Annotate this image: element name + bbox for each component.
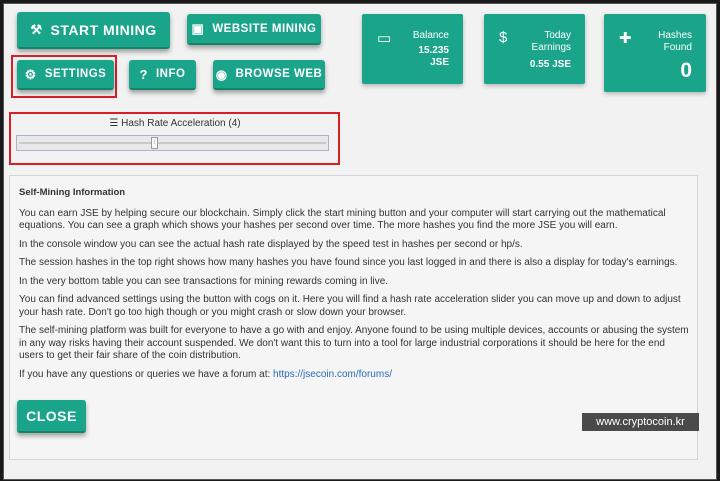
question-icon: ? <box>139 66 148 82</box>
start-mining-button[interactable]: ⚒ START MINING <box>17 12 170 49</box>
hash-rate-label-text: Hash Rate Acceleration (4) <box>121 118 241 129</box>
hammer-icon: ⚒ <box>30 22 43 37</box>
info-label: INFO <box>155 68 186 80</box>
hashes-label-line1: Hashes <box>658 30 692 41</box>
globe-icon: ◉ <box>215 66 228 82</box>
slider-thumb[interactable]: ⁝ <box>151 137 158 149</box>
close-label: CLOSE <box>26 407 77 424</box>
forum-link[interactable]: https://jsecoin.com/forums/ <box>273 369 392 380</box>
info-title: Self-Mining Information <box>19 187 126 198</box>
hashes-found-label: Hashes Found <box>658 30 692 54</box>
info-paragraph: The session hashes in the top right show… <box>19 257 678 268</box>
today-earnings-label: Today Earnings <box>532 30 571 54</box>
start-mining-label: START MINING <box>50 21 157 38</box>
close-button[interactable]: CLOSE <box>17 400 86 433</box>
today-earnings-value: 0.55 JSE <box>529 59 571 70</box>
cogs-icon: ⚙ <box>24 66 37 82</box>
info-paragraph: You can find advanced settings using the… <box>19 294 681 318</box>
settings-label: SETTINGS <box>44 68 107 80</box>
web-page-icon: ▣ <box>191 21 205 36</box>
info-paragraph: The self-mining platform was built for e… <box>19 325 689 361</box>
balance-card: ▭ Balance 15.235 JSE <box>362 14 463 84</box>
today-label-line2: Earnings <box>531 42 571 53</box>
sliders-icon: ☰ <box>109 118 119 129</box>
info-button[interactable]: ? INFO <box>129 60 196 90</box>
hash-rate-label: ☰ Hash Rate Acceleration (4) <box>15 118 335 129</box>
browse-web-button[interactable]: ◉ BROWSE WEB <box>213 60 325 90</box>
website-mining-button[interactable]: ▣ WEBSITE MINING <box>187 14 321 45</box>
info-paragraph: In the console window you can see the ac… <box>19 238 523 250</box>
info-paragraph: You can earn JSE by helping secure our b… <box>19 207 666 232</box>
settings-button[interactable]: ⚙ SETTINGS <box>17 60 114 90</box>
box-icon: ▭ <box>377 30 392 47</box>
info-paragraph: In the very bottom table you can see tra… <box>19 275 389 287</box>
browse-web-label: BROWSE WEB <box>235 68 323 80</box>
today-earnings-card: $ Today Earnings 0.55 JSE <box>484 14 585 84</box>
info-content: Self-Mining Information You can earn JSE… <box>19 187 691 387</box>
hashes-found-value: 0 <box>680 59 692 82</box>
slider-rail <box>19 142 326 144</box>
info-paragraph-forum: If you have any questions or queries we … <box>19 369 691 382</box>
hashes-label-line2: Found <box>663 42 692 53</box>
balance-value: 15.235 JSE <box>418 45 449 68</box>
hash-rate-slider[interactable]: ⁝ <box>16 135 329 151</box>
money-icon: $ <box>499 29 508 46</box>
watermark: www.cryptocoin.kr <box>582 413 699 431</box>
balance-label: Balance <box>412 30 449 41</box>
today-label-line1: Today <box>544 30 571 41</box>
puzzle-icon: ✚ <box>619 30 632 47</box>
forum-prefix: If you have any questions or queries we … <box>19 368 274 380</box>
website-mining-label: WEBSITE MINING <box>212 22 317 35</box>
hashes-found-card: ✚ Hashes Found 0 <box>604 14 706 92</box>
